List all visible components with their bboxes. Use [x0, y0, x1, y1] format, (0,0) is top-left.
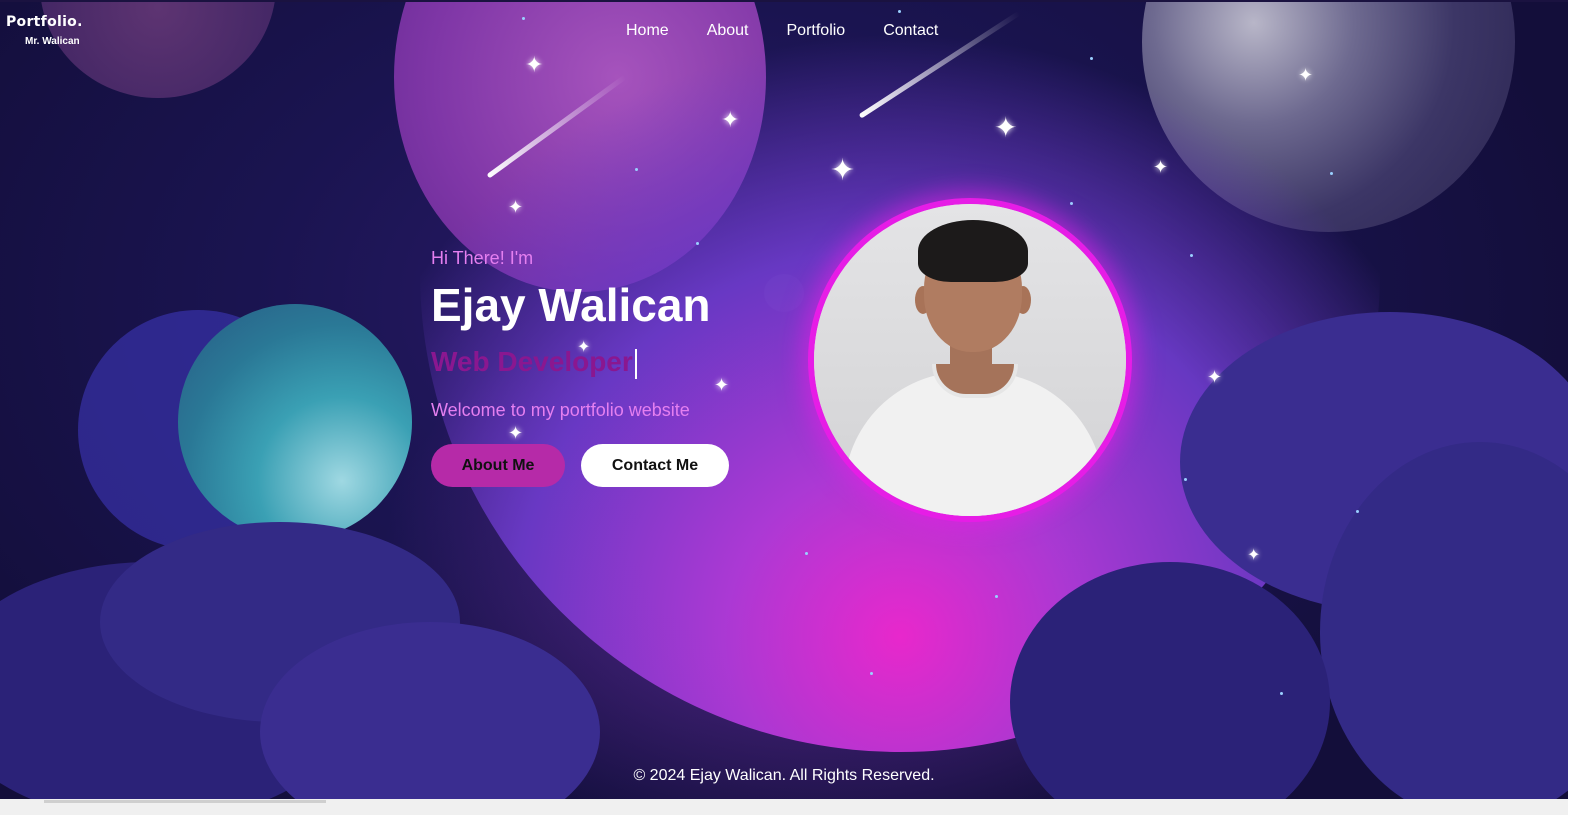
- star-dot: [805, 552, 808, 555]
- contact-me-button[interactable]: Contact Me: [581, 444, 729, 487]
- logo-title: Portfolio.: [6, 14, 83, 30]
- vertical-scrollbar[interactable]: [1568, 0, 1596, 815]
- nav-home[interactable]: Home: [626, 22, 669, 40]
- main-nav: Home About Portfolio Contact: [626, 22, 976, 40]
- star-dot: [870, 672, 873, 675]
- site-logo[interactable]: Portfolio. Mr. Walican: [6, 14, 83, 47]
- nav-contact[interactable]: Contact: [883, 22, 938, 40]
- profile-photo: [814, 204, 1126, 516]
- sparkle-icon: ✦: [1298, 65, 1314, 85]
- sparkle-icon: ✦: [508, 197, 524, 217]
- logo-subtitle: Mr. Walican: [25, 36, 80, 47]
- hero-background: ✦ ✦ ✦ ✦ ✦ ✦ ✦ ✦ ✦ ✦ ✦ ✦ Portfolio. Mr. W…: [0, 2, 1568, 799]
- typing-cursor: [634, 348, 637, 379]
- star-dot: [995, 595, 998, 598]
- sparkle-icon: ✦: [830, 154, 856, 187]
- star-dot: [1090, 57, 1093, 60]
- horizontal-scrollbar[interactable]: [0, 799, 1568, 815]
- star-dot: [635, 168, 638, 171]
- sparkle-icon: ✦: [508, 423, 524, 443]
- profile-photo-frame: [808, 198, 1132, 522]
- star-dot: [1356, 510, 1359, 513]
- hero-welcome: Welcome to my portfolio website: [431, 400, 690, 420]
- about-me-button[interactable]: About Me: [431, 444, 565, 487]
- planet-teal: [178, 304, 412, 540]
- star-dot: [1190, 254, 1193, 257]
- footer-copyright: © 2024 Ejay Walican. All Rights Reserved…: [633, 767, 935, 784]
- typed-role: Web Developer: [431, 346, 633, 377]
- star-dot: [696, 242, 699, 245]
- sparkle-icon: ✦: [1153, 157, 1169, 177]
- star-dot: [1280, 692, 1283, 695]
- nav-portfolio[interactable]: Portfolio: [787, 22, 846, 40]
- sparkle-icon: ✦: [714, 375, 730, 395]
- star-dot: [1330, 172, 1333, 175]
- star-dot: [522, 17, 525, 20]
- star-dot: [898, 10, 901, 13]
- star-dot: [1184, 478, 1187, 481]
- sparkle-icon: ✦: [1247, 547, 1261, 564]
- hero-role: Web Developer: [431, 346, 637, 379]
- sparkle-icon: ✦: [1207, 367, 1223, 387]
- nav-about[interactable]: About: [707, 22, 749, 40]
- hero-greeting: Hi There! I'm: [431, 248, 534, 268]
- hero-name: Ejay Walican: [431, 279, 711, 331]
- sparkle-icon: ✦: [525, 52, 544, 77]
- sparkle-icon: ✦: [994, 112, 1018, 143]
- sparkle-icon: ✦: [721, 107, 740, 132]
- horizontal-scrollbar-thumb[interactable]: [44, 800, 326, 803]
